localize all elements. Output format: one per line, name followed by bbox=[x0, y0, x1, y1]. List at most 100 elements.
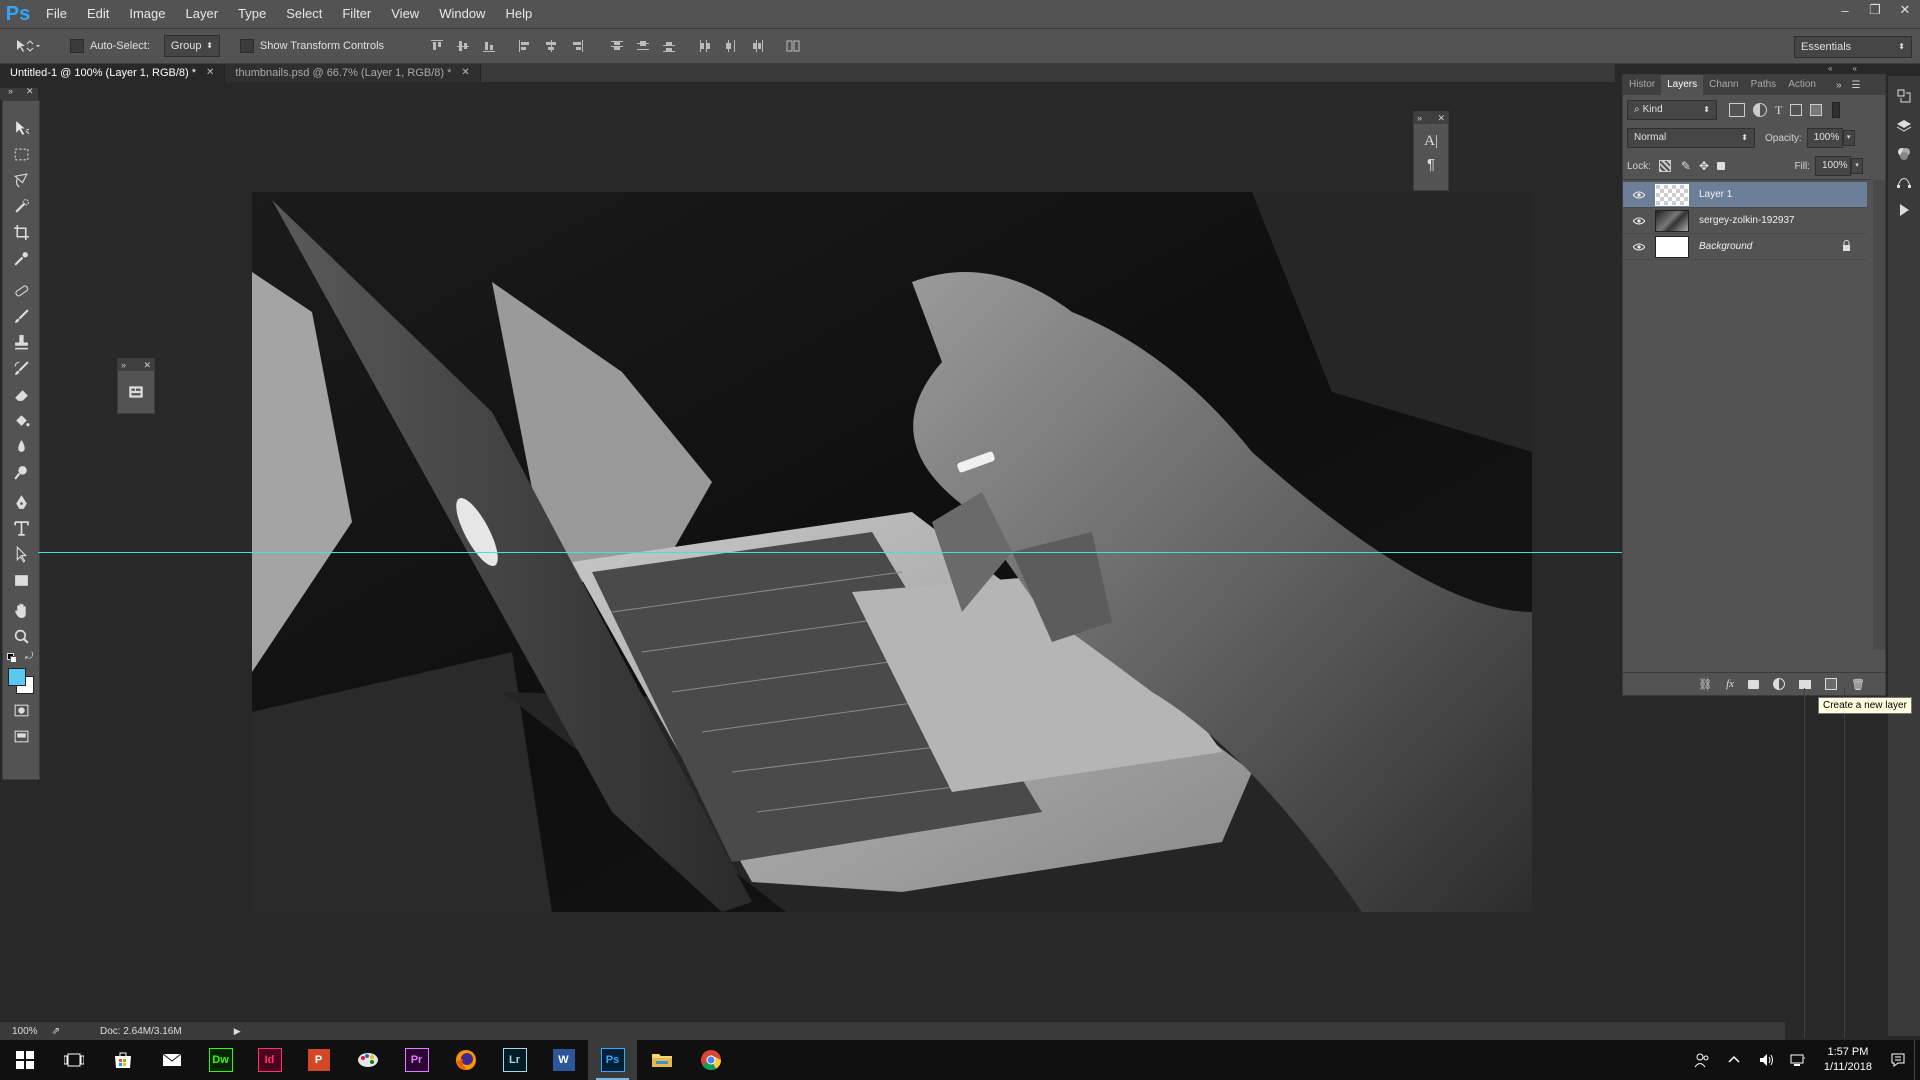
paint-bucket-tool-icon[interactable] bbox=[9, 409, 33, 431]
auto-align-layers-icon[interactable] bbox=[785, 38, 801, 54]
menu-edit[interactable]: Edit bbox=[77, 0, 119, 28]
visibility-eye-icon[interactable] bbox=[1631, 217, 1647, 225]
taskbar-dreamweaver[interactable]: Dw bbox=[196, 1040, 245, 1080]
taskbar-mail[interactable] bbox=[147, 1040, 196, 1080]
eyedropper-tool-icon[interactable] bbox=[9, 247, 33, 269]
layer-name[interactable]: Layer 1 bbox=[1699, 189, 1732, 200]
tab-thumbnails[interactable]: thumbnails.psd @ 66.7% (Layer 1, RGB/8) … bbox=[225, 64, 481, 82]
crop-tool-icon[interactable] bbox=[9, 221, 33, 243]
filter-kind-dropdown[interactable]: ⌕ Kind ⬍ bbox=[1627, 100, 1717, 120]
filter-shape-icon[interactable] bbox=[1790, 104, 1803, 116]
people-icon[interactable] bbox=[1686, 1040, 1718, 1080]
taskbar-photoshop[interactable]: Ps bbox=[588, 1040, 637, 1080]
show-hidden-icons-chevron-icon[interactable] bbox=[1718, 1040, 1750, 1080]
swap-colors-icon[interactable]: ⤾ bbox=[25, 651, 33, 662]
collapse-icon[interactable]: « bbox=[1828, 64, 1832, 74]
move-tool-preset-icon[interactable] bbox=[14, 38, 48, 54]
filter-smart-object-icon[interactable] bbox=[1810, 104, 1823, 116]
close-icon[interactable]: ✕ bbox=[143, 360, 151, 371]
tool-presets-icon[interactable] bbox=[118, 371, 154, 401]
minimize-button[interactable]: – bbox=[1830, 0, 1860, 20]
type-tool-icon[interactable] bbox=[9, 517, 33, 539]
share-icon[interactable]: ⇗ bbox=[52, 1026, 60, 1037]
guide-line[interactable] bbox=[38, 552, 1623, 553]
show-desktop-button[interactable] bbox=[1914, 1040, 1920, 1080]
align-bottom-edges-icon[interactable] bbox=[481, 38, 497, 54]
paths-panel-icon[interactable] bbox=[1894, 172, 1914, 192]
new-layer-icon[interactable] bbox=[1825, 678, 1838, 690]
rectangle-tool-icon[interactable] bbox=[9, 569, 33, 591]
tab-paths[interactable]: Paths bbox=[1745, 75, 1783, 95]
notifications-icon[interactable] bbox=[1882, 1040, 1914, 1080]
path-selection-tool-icon[interactable] bbox=[9, 543, 33, 565]
restore-button[interactable]: ❐ bbox=[1860, 0, 1890, 20]
quick-mask-icon[interactable] bbox=[9, 699, 33, 721]
taskbar-store[interactable] bbox=[98, 1040, 147, 1080]
menu-image[interactable]: Image bbox=[119, 0, 175, 28]
menu-filter[interactable]: Filter bbox=[332, 0, 381, 28]
layer-name[interactable]: Background bbox=[1699, 241, 1752, 252]
align-horizontal-centers-icon[interactable] bbox=[543, 38, 559, 54]
collapse-icon[interactable]: » bbox=[8, 86, 13, 96]
tab-actions[interactable]: Action bbox=[1782, 75, 1822, 95]
show-transform-checkbox[interactable] bbox=[239, 39, 254, 53]
distribute-right-icon[interactable] bbox=[749, 38, 765, 54]
filter-pixel-icon[interactable] bbox=[1729, 103, 1745, 117]
taskbar-word[interactable]: W bbox=[539, 1040, 588, 1080]
auto-select-checkbox[interactable] bbox=[70, 39, 84, 53]
foreground-color-swatch[interactable] bbox=[8, 668, 26, 686]
collapse-icon[interactable]: » bbox=[121, 360, 126, 370]
close-icon[interactable]: ✕ bbox=[461, 64, 469, 82]
clone-stamp-tool-icon[interactable] bbox=[9, 331, 33, 353]
taskbar-file-explorer[interactable] bbox=[637, 1040, 686, 1080]
opacity-input[interactable]: 100% bbox=[1806, 128, 1843, 148]
taskbar-premiere[interactable]: Pr bbox=[392, 1040, 441, 1080]
menu-window[interactable]: Window bbox=[429, 0, 495, 28]
visibility-eye-icon[interactable] bbox=[1631, 191, 1647, 199]
layer-style-fx-icon[interactable]: fx bbox=[1726, 678, 1734, 690]
auto-select-dropdown[interactable]: Group ⬍ bbox=[163, 35, 220, 57]
task-view-button[interactable] bbox=[49, 1040, 98, 1080]
layer-row-photo[interactable]: sergey-zolkin-192937 bbox=[1623, 208, 1867, 234]
opacity-dropdown-icon[interactable]: ▾ bbox=[1842, 130, 1855, 146]
workspace-dropdown[interactable]: Essentials ⬍ bbox=[1794, 36, 1912, 58]
align-left-edges-icon[interactable] bbox=[517, 38, 533, 54]
blur-tool-icon[interactable] bbox=[9, 435, 33, 457]
collapse-icon[interactable]: « bbox=[1852, 64, 1856, 74]
screen-mode-icon[interactable] bbox=[9, 725, 33, 747]
new-group-icon[interactable] bbox=[1799, 679, 1812, 689]
distribute-bottom-icon[interactable] bbox=[661, 38, 677, 54]
link-layers-icon[interactable]: ⛓ bbox=[1698, 678, 1712, 691]
zoom-level[interactable]: 100% bbox=[12, 1026, 38, 1037]
taskbar-chrome[interactable] bbox=[686, 1040, 735, 1080]
menu-view[interactable]: View bbox=[381, 0, 429, 28]
distribute-top-icon[interactable] bbox=[609, 38, 625, 54]
history-brush-tool-icon[interactable] bbox=[9, 357, 33, 379]
tab-history[interactable]: Histor bbox=[1623, 75, 1661, 95]
paragraph-panel-icon[interactable]: ¶ bbox=[1414, 150, 1448, 173]
add-mask-icon[interactable] bbox=[1748, 679, 1760, 689]
tab-layers[interactable]: Layers bbox=[1661, 75, 1704, 95]
lock-transparent-pixels-icon[interactable] bbox=[1658, 160, 1671, 172]
eraser-tool-icon[interactable] bbox=[9, 383, 33, 405]
taskbar-lightroom[interactable]: Lr bbox=[490, 1040, 539, 1080]
brush-tool-icon[interactable] bbox=[9, 305, 33, 327]
lock-all-icon[interactable] bbox=[1717, 162, 1726, 170]
volume-icon[interactable] bbox=[1750, 1040, 1782, 1080]
align-right-edges-icon[interactable] bbox=[569, 38, 585, 54]
character-panel-icon[interactable]: A| bbox=[1414, 124, 1448, 150]
layers-panel-icon[interactable] bbox=[1894, 116, 1914, 136]
actions-play-icon[interactable] bbox=[1894, 200, 1914, 220]
fill-dropdown-icon[interactable]: ▾ bbox=[1851, 158, 1863, 174]
close-button[interactable]: ✕ bbox=[1890, 0, 1920, 20]
status-menu-arrow-icon[interactable]: ▶ bbox=[234, 1026, 241, 1037]
layer-list-scrollbar[interactable] bbox=[1873, 180, 1885, 650]
hand-tool-icon[interactable] bbox=[9, 599, 33, 621]
layer-row-background[interactable]: Background bbox=[1623, 234, 1867, 260]
filter-adjustment-icon[interactable] bbox=[1753, 103, 1767, 117]
delete-layer-icon[interactable]: 🗑 bbox=[1851, 678, 1865, 691]
menu-layer[interactable]: Layer bbox=[176, 0, 229, 28]
distribute-left-icon[interactable] bbox=[697, 38, 713, 54]
layer-row-layer-1[interactable]: Layer 1 bbox=[1623, 182, 1867, 208]
history-panel-icon[interactable] bbox=[1894, 86, 1914, 106]
